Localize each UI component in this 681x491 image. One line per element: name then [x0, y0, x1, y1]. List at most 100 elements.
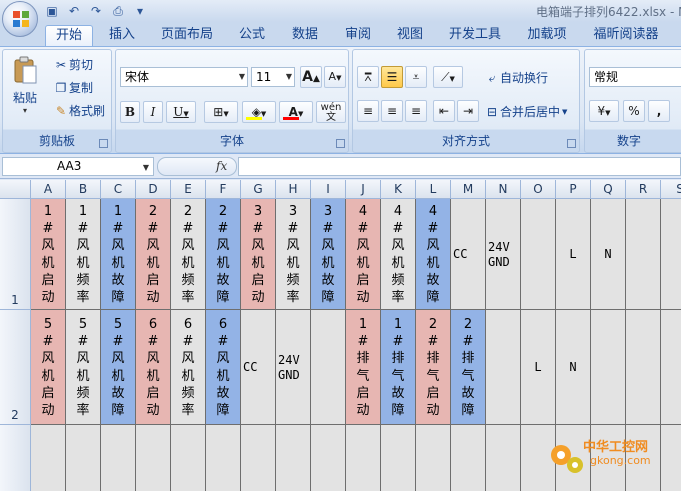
currency-button[interactable]: ¥▼: [589, 100, 619, 122]
wrap-text-button[interactable]: ⤶ 自动换行: [484, 69, 548, 86]
sheet-cell[interactable]: CC: [451, 199, 486, 310]
sheet-cell[interactable]: 3 # 风 机 故 障: [311, 199, 346, 310]
paste-dropdown-icon[interactable]: ▾: [7, 106, 43, 115]
sheet-cell[interactable]: 2 # 排 气 启 动: [416, 310, 451, 425]
sheet-cell[interactable]: [661, 199, 681, 310]
sheet-cell[interactable]: 2 # 风 机 故 障: [206, 199, 241, 310]
sheet-cell[interactable]: N: [591, 199, 626, 310]
sheet-cell[interactable]: [66, 425, 101, 491]
borders-button[interactable]: ⊞▼: [204, 101, 238, 123]
column-header[interactable]: H: [276, 180, 311, 199]
align-bottom-button[interactable]: ⩡: [405, 66, 427, 88]
clipboard-launcher[interactable]: [99, 139, 108, 148]
name-box[interactable]: AA3 ▼: [2, 157, 154, 176]
sheet-cell[interactable]: [311, 310, 346, 425]
column-header[interactable]: J: [346, 180, 381, 199]
font-name-select[interactable]: 宋体 ▼: [120, 67, 248, 87]
sheet-cell[interactable]: 1 # 排 气 故 障: [381, 310, 416, 425]
cut-button[interactable]: ✂ 剪切: [53, 56, 93, 73]
align-right-button[interactable]: ≡: [405, 100, 427, 122]
sheet-cell[interactable]: 24V GND: [486, 199, 521, 310]
column-header[interactable]: O: [521, 180, 556, 199]
row-header[interactable]: 2: [0, 310, 31, 425]
percent-button[interactable]: %: [623, 100, 645, 122]
font-size-select[interactable]: 11 ▼: [251, 67, 295, 87]
sheet-cell[interactable]: 5 # 风 机 启 动: [31, 310, 66, 425]
sheet-cell[interactable]: [451, 425, 486, 491]
customize-icon[interactable]: ▾: [132, 3, 148, 19]
redo-icon[interactable]: ↷: [88, 3, 104, 19]
row-header[interactable]: [0, 425, 31, 491]
copy-button[interactable]: ❐ 复制: [53, 79, 93, 96]
tab-review[interactable]: 审阅: [336, 25, 380, 46]
underline-button[interactable]: U▼: [166, 101, 196, 123]
column-header[interactable]: I: [311, 180, 346, 199]
sheet-cell[interactable]: L: [556, 199, 591, 310]
sheet-cell[interactable]: [626, 310, 661, 425]
column-header[interactable]: K: [381, 180, 416, 199]
sheet-cell[interactable]: 6 # 风 机 故 障: [206, 310, 241, 425]
sheet-cell[interactable]: [136, 425, 171, 491]
shrink-font-button[interactable]: A▼: [324, 66, 346, 88]
sheet-cell[interactable]: [346, 425, 381, 491]
column-header[interactable]: E: [171, 180, 206, 199]
sheet-cell[interactable]: 4 # 风 机 频 率: [381, 199, 416, 310]
tab-page-layout[interactable]: 页面布局: [152, 25, 222, 46]
italic-button[interactable]: I: [143, 101, 163, 123]
bold-button[interactable]: B: [120, 101, 140, 123]
sheet-cell[interactable]: 1 # 风 机 故 障: [101, 199, 136, 310]
sheet-cell[interactable]: 5 # 风 机 频 率: [66, 310, 101, 425]
sheet-cell[interactable]: 1 # 风 机 启 动: [31, 199, 66, 310]
sheet-cell[interactable]: [171, 425, 206, 491]
sheet-cell[interactable]: [241, 425, 276, 491]
column-header[interactable]: P: [556, 180, 591, 199]
column-header[interactable]: R: [626, 180, 661, 199]
column-header[interactable]: G: [241, 180, 276, 199]
sheet-cell[interactable]: 4 # 风 机 故 障: [416, 199, 451, 310]
column-header[interactable]: M: [451, 180, 486, 199]
sheet-cell[interactable]: 3 # 风 机 启 动: [241, 199, 276, 310]
formula-input[interactable]: [238, 157, 681, 176]
sheet-cell[interactable]: [661, 310, 681, 425]
sheet-cell[interactable]: [416, 425, 451, 491]
sheet-cell[interactable]: [486, 425, 521, 491]
select-all-button[interactable]: [0, 180, 31, 199]
column-header[interactable]: S: [661, 180, 681, 199]
merge-center-button[interactable]: ⊟ 合并后居中 ▼: [484, 103, 567, 120]
column-header[interactable]: F: [206, 180, 241, 199]
undo-icon[interactable]: ↶: [66, 3, 82, 19]
sheet-cell[interactable]: 1 # 排 气 启 动: [346, 310, 381, 425]
sheet-cell[interactable]: [206, 425, 241, 491]
office-button[interactable]: [2, 1, 38, 37]
sheet-cell[interactable]: [101, 425, 136, 491]
column-header[interactable]: B: [66, 180, 101, 199]
row-header[interactable]: 1: [0, 199, 31, 310]
sheet-cell[interactable]: 24V GND: [276, 310, 311, 425]
fill-color-button[interactable]: ◈▼: [242, 101, 276, 123]
grow-font-button[interactable]: A▲: [300, 66, 322, 88]
tab-view[interactable]: 视图: [388, 25, 432, 46]
decrease-indent-button[interactable]: ⇤: [433, 100, 455, 122]
tab-foxit-reader[interactable]: 福昕阅读器: [584, 25, 668, 46]
paste-button[interactable]: 粘贴 ▾: [7, 54, 43, 124]
sheet-cell[interactable]: 5 # 风 机 故 障: [101, 310, 136, 425]
sheet-cell[interactable]: 2 # 风 机 频 率: [171, 199, 206, 310]
increase-indent-button[interactable]: ⇥: [457, 100, 479, 122]
sheet-cell[interactable]: 1 # 风 机 频 率: [66, 199, 101, 310]
column-header[interactable]: A: [31, 180, 66, 199]
sheet-cell[interactable]: 2 # 风 机 启 动: [136, 199, 171, 310]
align-middle-button[interactable]: ☰: [381, 66, 403, 88]
save-icon[interactable]: ▣: [44, 3, 60, 19]
sheet-cell[interactable]: 4 # 风 机 启 动: [346, 199, 381, 310]
sheet-cell[interactable]: [381, 425, 416, 491]
tab-formulas[interactable]: 公式: [230, 25, 274, 46]
format-painter-button[interactable]: ✎ 格式刷: [53, 102, 105, 119]
sheet-cell[interactable]: [311, 425, 346, 491]
column-header[interactable]: L: [416, 180, 451, 199]
tab-addins[interactable]: 加载项: [518, 25, 576, 46]
column-header[interactable]: D: [136, 180, 171, 199]
insert-function-button[interactable]: fx: [216, 159, 227, 173]
sheet-cell[interactable]: L: [521, 310, 556, 425]
font-launcher[interactable]: [336, 139, 345, 148]
sheet-cell[interactable]: N: [556, 310, 591, 425]
